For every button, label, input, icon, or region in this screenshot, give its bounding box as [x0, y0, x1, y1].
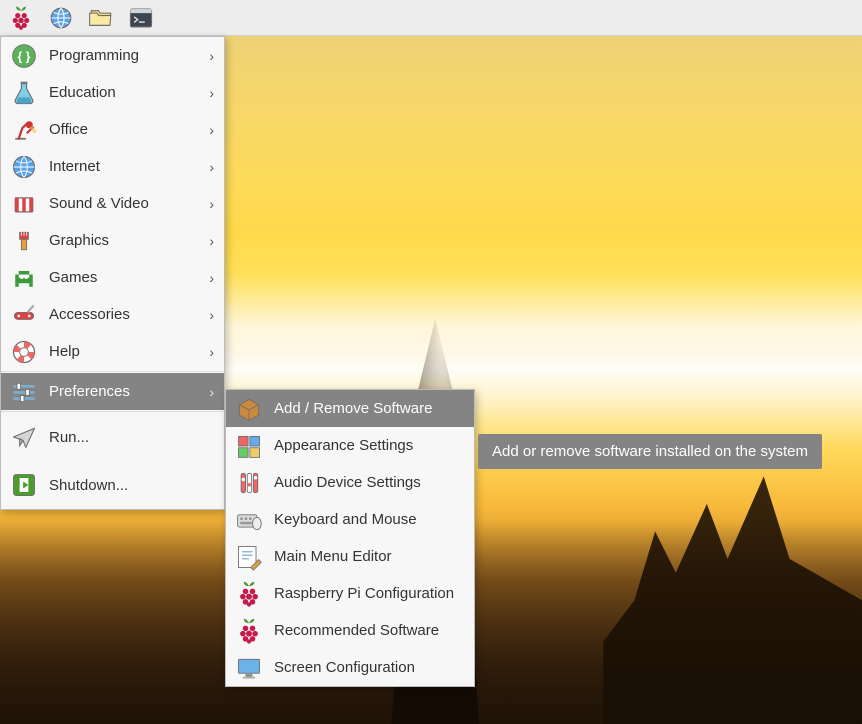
chevron-right-icon: › [209, 384, 214, 400]
monitor-icon [234, 653, 264, 683]
chevron-right-icon: › [209, 344, 214, 360]
sliders-icon [9, 377, 39, 407]
tooltip-text: Add or remove software installed on the … [492, 443, 808, 460]
menu-item-label: Accessories [49, 306, 199, 323]
menu-item-label: Internet [49, 158, 199, 175]
menu-item-label: Shutdown... [49, 477, 214, 494]
menu-item-label: Run... [49, 429, 214, 446]
chevron-right-icon: › [209, 85, 214, 101]
editor-icon [234, 542, 264, 572]
keyboard-icon [234, 505, 264, 535]
submenu-item-label: Add / Remove Software [274, 400, 464, 417]
submenu-item-label: Raspberry Pi Configuration [274, 585, 464, 602]
raspberry-icon [8, 5, 34, 31]
submenu-item-keyboard-mouse[interactable]: Keyboard and Mouse [226, 501, 474, 538]
menu-item-internet[interactable]: Internet › [1, 148, 224, 185]
raspberry-icon [234, 579, 264, 609]
menu-item-graphics[interactable]: Graphics › [1, 222, 224, 259]
menu-item-label: Preferences [49, 383, 199, 400]
web-browser-launcher[interactable] [46, 3, 76, 33]
preferences-submenu: Add / Remove Software Appearance Setting… [225, 389, 475, 687]
submenu-item-label: Screen Configuration [274, 659, 464, 676]
braces-icon: { } [9, 41, 39, 71]
flask-icon [9, 78, 39, 108]
submenu-item-raspberry-pi-configuration[interactable]: Raspberry Pi Configuration [226, 575, 474, 612]
submenu-item-label: Main Menu Editor [274, 548, 464, 565]
mixer-icon [234, 468, 264, 498]
terminal-icon [128, 5, 154, 31]
submenu-item-label: Recommended Software [274, 622, 464, 639]
menu-item-office[interactable]: Office › [1, 111, 224, 148]
menu-item-run[interactable]: Run... [1, 413, 224, 461]
svg-text:{ }: { } [18, 49, 31, 63]
menu-item-games[interactable]: Games › [1, 259, 224, 296]
invader-icon [9, 263, 39, 293]
file-manager-launcher[interactable] [86, 3, 116, 33]
menu-item-accessories[interactable]: Accessories › [1, 296, 224, 333]
menu-item-programming[interactable]: { } Programming › [1, 37, 224, 74]
terminal-launcher[interactable] [126, 3, 156, 33]
submenu-item-screen-configuration[interactable]: Screen Configuration [226, 649, 474, 686]
menu-item-sound-video[interactable]: Sound & Video › [1, 185, 224, 222]
palette-icon [234, 431, 264, 461]
submenu-item-main-menu-editor[interactable]: Main Menu Editor [226, 538, 474, 575]
package-icon [234, 394, 264, 424]
taskbar-panel [0, 0, 862, 36]
submenu-item-appearance-settings[interactable]: Appearance Settings [226, 427, 474, 464]
paperplane-icon [9, 422, 39, 452]
submenu-item-label: Keyboard and Mouse [274, 511, 464, 528]
lifebuoy-icon [9, 337, 39, 367]
chevron-right-icon: › [209, 159, 214, 175]
raspberry-icon [234, 616, 264, 646]
chevron-right-icon: › [209, 48, 214, 64]
folder-icon [88, 5, 114, 31]
menu-item-label: Education [49, 84, 199, 101]
brush-icon [9, 226, 39, 256]
menu-item-label: Sound & Video [49, 195, 199, 212]
globe-icon [9, 152, 39, 182]
menu-item-label: Graphics [49, 232, 199, 249]
menu-item-preferences[interactable]: Preferences › [1, 373, 224, 410]
submenu-item-recommended-software[interactable]: Recommended Software [226, 612, 474, 649]
tooltip: Add or remove software installed on the … [478, 434, 822, 469]
menu-separator [1, 371, 224, 372]
submenu-item-audio-device-settings[interactable]: Audio Device Settings [226, 464, 474, 501]
menu-item-help[interactable]: Help › [1, 333, 224, 370]
menu-item-education[interactable]: Education › [1, 74, 224, 111]
chevron-right-icon: › [209, 122, 214, 138]
menu-item-label: Games [49, 269, 199, 286]
raspberry-menu-button[interactable] [6, 3, 36, 33]
chevron-right-icon: › [209, 196, 214, 212]
application-menu: { } Programming › Education › Office › I… [0, 36, 225, 510]
clapper-icon [9, 189, 39, 219]
menu-item-label: Programming [49, 47, 199, 64]
chevron-right-icon: › [209, 307, 214, 323]
globe-icon [48, 5, 74, 31]
submenu-item-add-remove-software[interactable]: Add / Remove Software [226, 390, 474, 427]
submenu-item-label: Appearance Settings [274, 437, 464, 454]
lamp-icon [9, 115, 39, 145]
menu-item-label: Office [49, 121, 199, 138]
exit-icon [9, 470, 39, 500]
submenu-item-label: Audio Device Settings [274, 474, 464, 491]
menu-item-shutdown[interactable]: Shutdown... [1, 461, 224, 509]
knife-icon [9, 300, 39, 330]
menu-item-label: Help [49, 343, 199, 360]
chevron-right-icon: › [209, 233, 214, 249]
menu-separator [1, 411, 224, 412]
chevron-right-icon: › [209, 270, 214, 286]
